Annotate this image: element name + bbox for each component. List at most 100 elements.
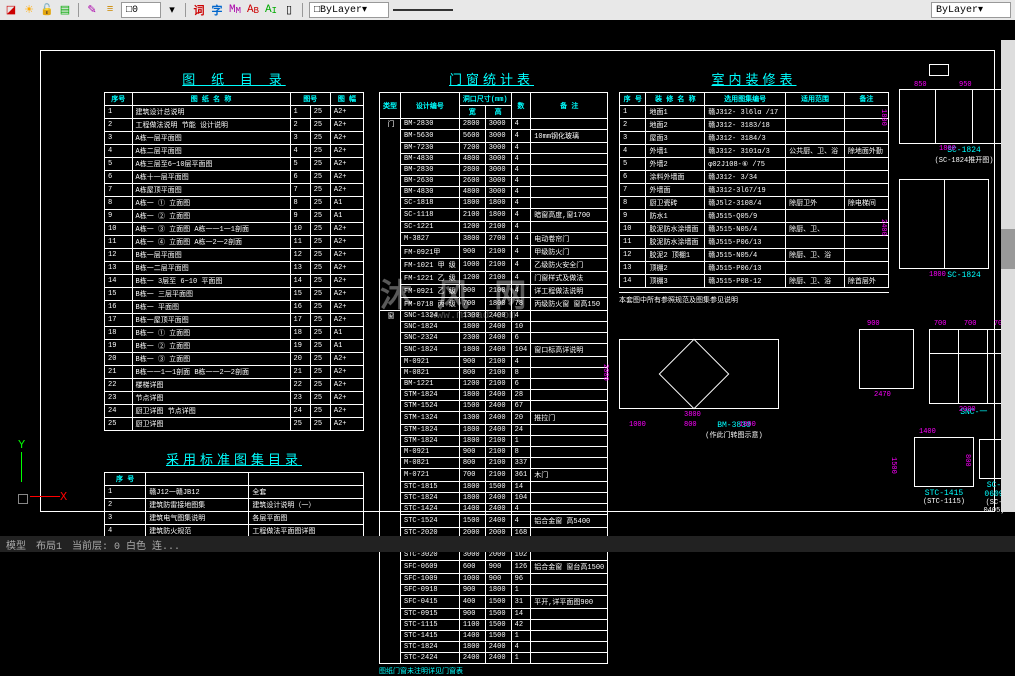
table-row: M-08218002100337 (380, 458, 608, 469)
table-row: FM-1021 甲 级100021004乙级防火安全门 (380, 259, 608, 272)
vertical-scrollbar[interactable] (1001, 40, 1015, 512)
bylayer-line-combo[interactable]: ByLayer ▾ (931, 2, 1011, 18)
ucs-y-axis: Y (18, 438, 25, 482)
zi-button[interactable]: 字 (210, 3, 224, 17)
table-row: SC-1118210018004暗窗高度,窗1700 (380, 209, 608, 222)
interior-note: 本套图中所有参照规范及图集参见说明 (619, 292, 889, 305)
ci-button[interactable]: 词 (192, 3, 206, 17)
status-bar: 模型 布局1 当前层: 0 白色 连... (0, 536, 1015, 552)
top-toolbar: ◪ ☀ 🔓 ▤ ✎ ≡ □ 0 ▾ 词 字 MM AB AI ▯ □ ByLay… (0, 0, 1015, 20)
table-row: 12B栋一层平面图1225A2+ (105, 249, 364, 262)
table-row: STC-1415140015001 (380, 631, 608, 642)
table-row: BM-563056003000410mm钢化玻璃 (380, 130, 608, 143)
table-row: 7外墙面赣J312-3l67/19 (620, 184, 889, 197)
table-row: STC-2424240024001 (380, 653, 608, 664)
table-row: BM-4830480030004 (380, 187, 608, 198)
table-row: SFC-091890018001 (380, 585, 608, 596)
table-row: SFC-1009100090096 (380, 574, 608, 585)
elevation-bm3830: 3800 1000 800 1000 2000 BM-3830 (作此门转图示意… (619, 339, 849, 440)
table-row: 3建筑电气图集说明各层平面图 (105, 512, 364, 525)
label-sc1824: SC-1824 (899, 146, 1015, 155)
lock-icon[interactable]: 🔓 (40, 3, 54, 17)
title-door-window: 门窗统计表 (379, 69, 604, 88)
drawing-canvas[interactable]: 图 纸 目 录 序号图 纸 名 称图号图 幅 1建筑设计总说明125A2+2工程… (0, 20, 1015, 532)
linetype-preview (393, 9, 453, 11)
label-sc1824b: SC-1824 (899, 271, 1015, 280)
table-row: STC-1524150024004铝合金窗 高5400 (380, 515, 608, 528)
table-row: 13B栋一二层平面图1325A2+ (105, 262, 364, 275)
table-row: 5外墙2φ02J108-⑥ /75 (620, 158, 889, 171)
table-row: 12胶泥2 顶棚1赣J515-N05/4除厨、卫、浴 (620, 249, 889, 262)
dim-icon[interactable]: ✎ (85, 3, 99, 17)
layer-name-field[interactable]: □ 0 (121, 2, 161, 18)
table-row: M-092190021008 (380, 447, 608, 458)
table-row: 24厨卫详图 节点详图2425A2+ (105, 405, 364, 418)
bylayer-color-combo[interactable]: □ ByLayer ▾ (309, 2, 389, 18)
table-row: 2地面2赣J312- 3183/18 (620, 119, 889, 132)
table-row: M-07217002100361木门 (380, 469, 608, 482)
ab-button[interactable]: AB (246, 3, 260, 17)
table-row: SC-1818180018004 (380, 198, 608, 209)
filter-icon[interactable]: ≡ (103, 3, 117, 17)
color-icon[interactable]: ▤ (58, 3, 72, 17)
table-row: 19B栋一 ② 立面图1925A1 (105, 340, 364, 353)
table-row: STC-182418002400104 (380, 493, 608, 504)
table-row: STM-15241500240067 (380, 401, 608, 412)
table-row: 25厨卫详图2525A2+ (105, 418, 364, 431)
mm-button[interactable]: MM (228, 3, 242, 17)
table-row: FM-0921甲90021004甲级防火门 (380, 246, 608, 259)
table-row: SFC-0415400150031平开,详平面图900 (380, 596, 608, 609)
table-row: 15B栋一 三层平面图1525A2+ (105, 288, 364, 301)
table-row: BM-2630260030004 (380, 176, 608, 187)
title-interior-finish: 室内装修表 (619, 69, 889, 88)
ucs-origin (18, 494, 28, 504)
table-row: 2建筑防雷接地图集建筑设计说明（一） (105, 499, 364, 512)
table-row: 1地面1赣J312- 3l6lα /17 (620, 106, 889, 119)
table-row: SNC-18241800240010 (380, 322, 608, 333)
table-row: STM-18241800240028 (380, 390, 608, 401)
table-row: M-092190021004 (380, 357, 608, 368)
table-row: 18B栋一 ① 立面图1825A1 (105, 327, 364, 340)
drawing-border: 图 纸 目 录 序号图 纸 名 称图号图 幅 1建筑设计总说明125A2+2工程… (40, 50, 995, 512)
section-elevations-right: 850 950 1800 1800 1300 SC-1824 (SC-1824推… (899, 89, 1015, 284)
layer-icon[interactable]: ◪ (4, 3, 18, 17)
table-row: FM-0718 丙 级700180078丙级防火窗 窗高150 (380, 298, 608, 311)
table-row: STC-18151800150014 (380, 482, 608, 493)
table-row: 1建筑设计总说明125A2+ (105, 106, 364, 119)
ai-button[interactable]: AI (264, 3, 278, 17)
table-row: 4外墙1赣J312- 3101α/3公共厨、卫、浴除地面外勤 (620, 145, 889, 158)
table-row: 17B栋一屋顶平面图1725A2+ (105, 314, 364, 327)
table-row: BM-4830480030004 (380, 154, 608, 165)
dropdown-icon[interactable]: ▾ (165, 3, 179, 17)
table-row: 5A栋三层至6~10层平面图525A2+ (105, 158, 364, 171)
table-row: 16B栋一 平面图1625A2+ (105, 301, 364, 314)
section-interior-finish: 室内装修表 序 号装 修 名 称选用图集编号适用范围备注 1地面1赣J312- … (619, 69, 889, 305)
table-row: 8A栋一 ① 立面图825A1 (105, 197, 364, 210)
table-row: 2工程做法说明 节能 设计说明225A2+ (105, 119, 364, 132)
table-row: 13顶棚2赣J515-P06/13 (620, 262, 889, 275)
table-row: SNC-182418002400104窗口标高详说明 (380, 344, 608, 357)
table-row: FM-1221 乙 级120021004门窗样式及做法 (380, 272, 608, 285)
table-row: STM-1824180021001 (380, 436, 608, 447)
table-row: 8厨卫瓷砖赣J5l2-3108/4除厨卫外除电梯间 (620, 197, 889, 210)
status-layout-tab[interactable]: 布局1 (36, 537, 62, 551)
table-row: STM-13241300240020推拉门 (380, 412, 608, 425)
freeze-icon[interactable]: ☀ (22, 3, 36, 17)
table-row: STC-1824180024004 (380, 642, 608, 653)
table-row: 6A栋十一层平面图625A2+ (105, 171, 364, 184)
table-row: SC-1221120021004 (380, 222, 608, 233)
table-row: STC-0915900150014 (380, 609, 608, 620)
table-row: 21B栋一一1一1剖面 B栋一一2一2剖面2125A2+ (105, 366, 364, 379)
status-model-tab[interactable]: 模型 (6, 537, 26, 551)
table-row: 10胶泥防水涂墙面赣J515-N05/4除厨、卫、 (620, 223, 889, 236)
table-row: STC-11151100150042 (380, 620, 608, 631)
section-drawing-index: 图 纸 目 录 序号图 纸 名 称图号图 幅 1建筑设计总说明125A2+2工程… (104, 69, 364, 431)
table-row: 门BM-2830280030004 (380, 119, 608, 130)
table-row: 3屋面3赣J312- 3184/3 (620, 132, 889, 145)
table-row: M-082180021008 (380, 368, 608, 379)
table-row: 14B栋一 3层至 6~10 平面图1425A2+ (105, 275, 364, 288)
table-drawing-index: 序号图 纸 名 称图号图 幅 1建筑设计总说明125A2+2工程做法说明 节能 … (104, 92, 364, 431)
table-row: 23节点详图2325A2+ (105, 392, 364, 405)
tag-icon[interactable]: ▯ (282, 3, 296, 17)
table-row: 窗SNC-1324130024004 (380, 311, 608, 322)
